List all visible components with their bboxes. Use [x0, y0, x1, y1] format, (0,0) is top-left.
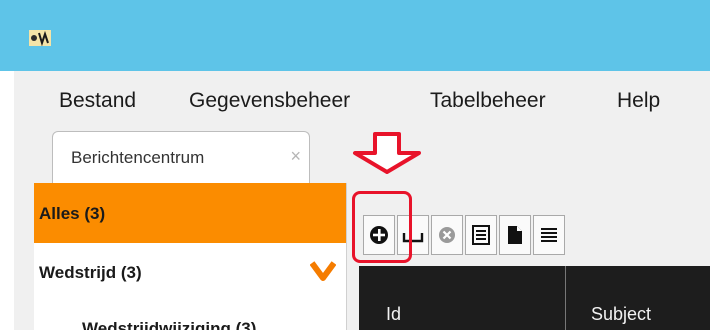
- tab-label: Berichtencentrum: [71, 148, 205, 167]
- arrow-down-icon: [353, 132, 421, 174]
- document-button[interactable]: [499, 215, 531, 255]
- highlight-box: [352, 191, 412, 263]
- sidebar-item-wedstrijd[interactable]: Wedstrijd (3): [34, 243, 346, 293]
- title-bar: [0, 0, 710, 71]
- sidebar-item-label: Wedstrijd (3): [39, 263, 142, 282]
- lines-icon: [541, 228, 557, 242]
- menu-bestand[interactable]: Bestand: [59, 89, 136, 113]
- frame-border: [14, 183, 34, 330]
- sidebar-item-label: Alles (3): [39, 204, 106, 223]
- list-icon: [472, 225, 490, 245]
- document-icon: [508, 226, 522, 244]
- tab-berichtencentrum[interactable]: Berichtencentrum ×: [52, 131, 310, 184]
- sidebar: Alles (3) Wedstrijd (3) Wedstrijdwijzigi…: [34, 183, 347, 330]
- menu-gegevensbeheer[interactable]: Gegevensbeheer: [189, 89, 350, 113]
- menu-help[interactable]: Help: [617, 89, 660, 113]
- list-button[interactable]: [465, 215, 497, 255]
- lines-button[interactable]: [533, 215, 565, 255]
- column-header-id[interactable]: Id: [386, 304, 401, 325]
- chevron-down-icon[interactable]: [310, 261, 336, 281]
- sidebar-item-alles[interactable]: Alles (3): [34, 183, 346, 243]
- column-separator: [565, 266, 566, 330]
- app-logo-icon: [29, 30, 51, 46]
- column-header-subject[interactable]: Subject: [591, 304, 651, 325]
- table-header: [359, 266, 710, 330]
- delete-icon: [439, 227, 455, 243]
- sidebar-item-label: Wedstrijdwijziging (3): [82, 319, 257, 330]
- menu-tabelbeheer[interactable]: Tabelbeheer: [430, 89, 546, 113]
- sidebar-item-wedstrijdwijziging[interactable]: Wedstrijdwijziging (3): [34, 303, 346, 330]
- tab-close-icon[interactable]: ×: [290, 146, 301, 167]
- delete-button[interactable]: [431, 215, 463, 255]
- menu-bar: Bestand Gegevensbeheer Tabelbeheer Help: [14, 71, 710, 131]
